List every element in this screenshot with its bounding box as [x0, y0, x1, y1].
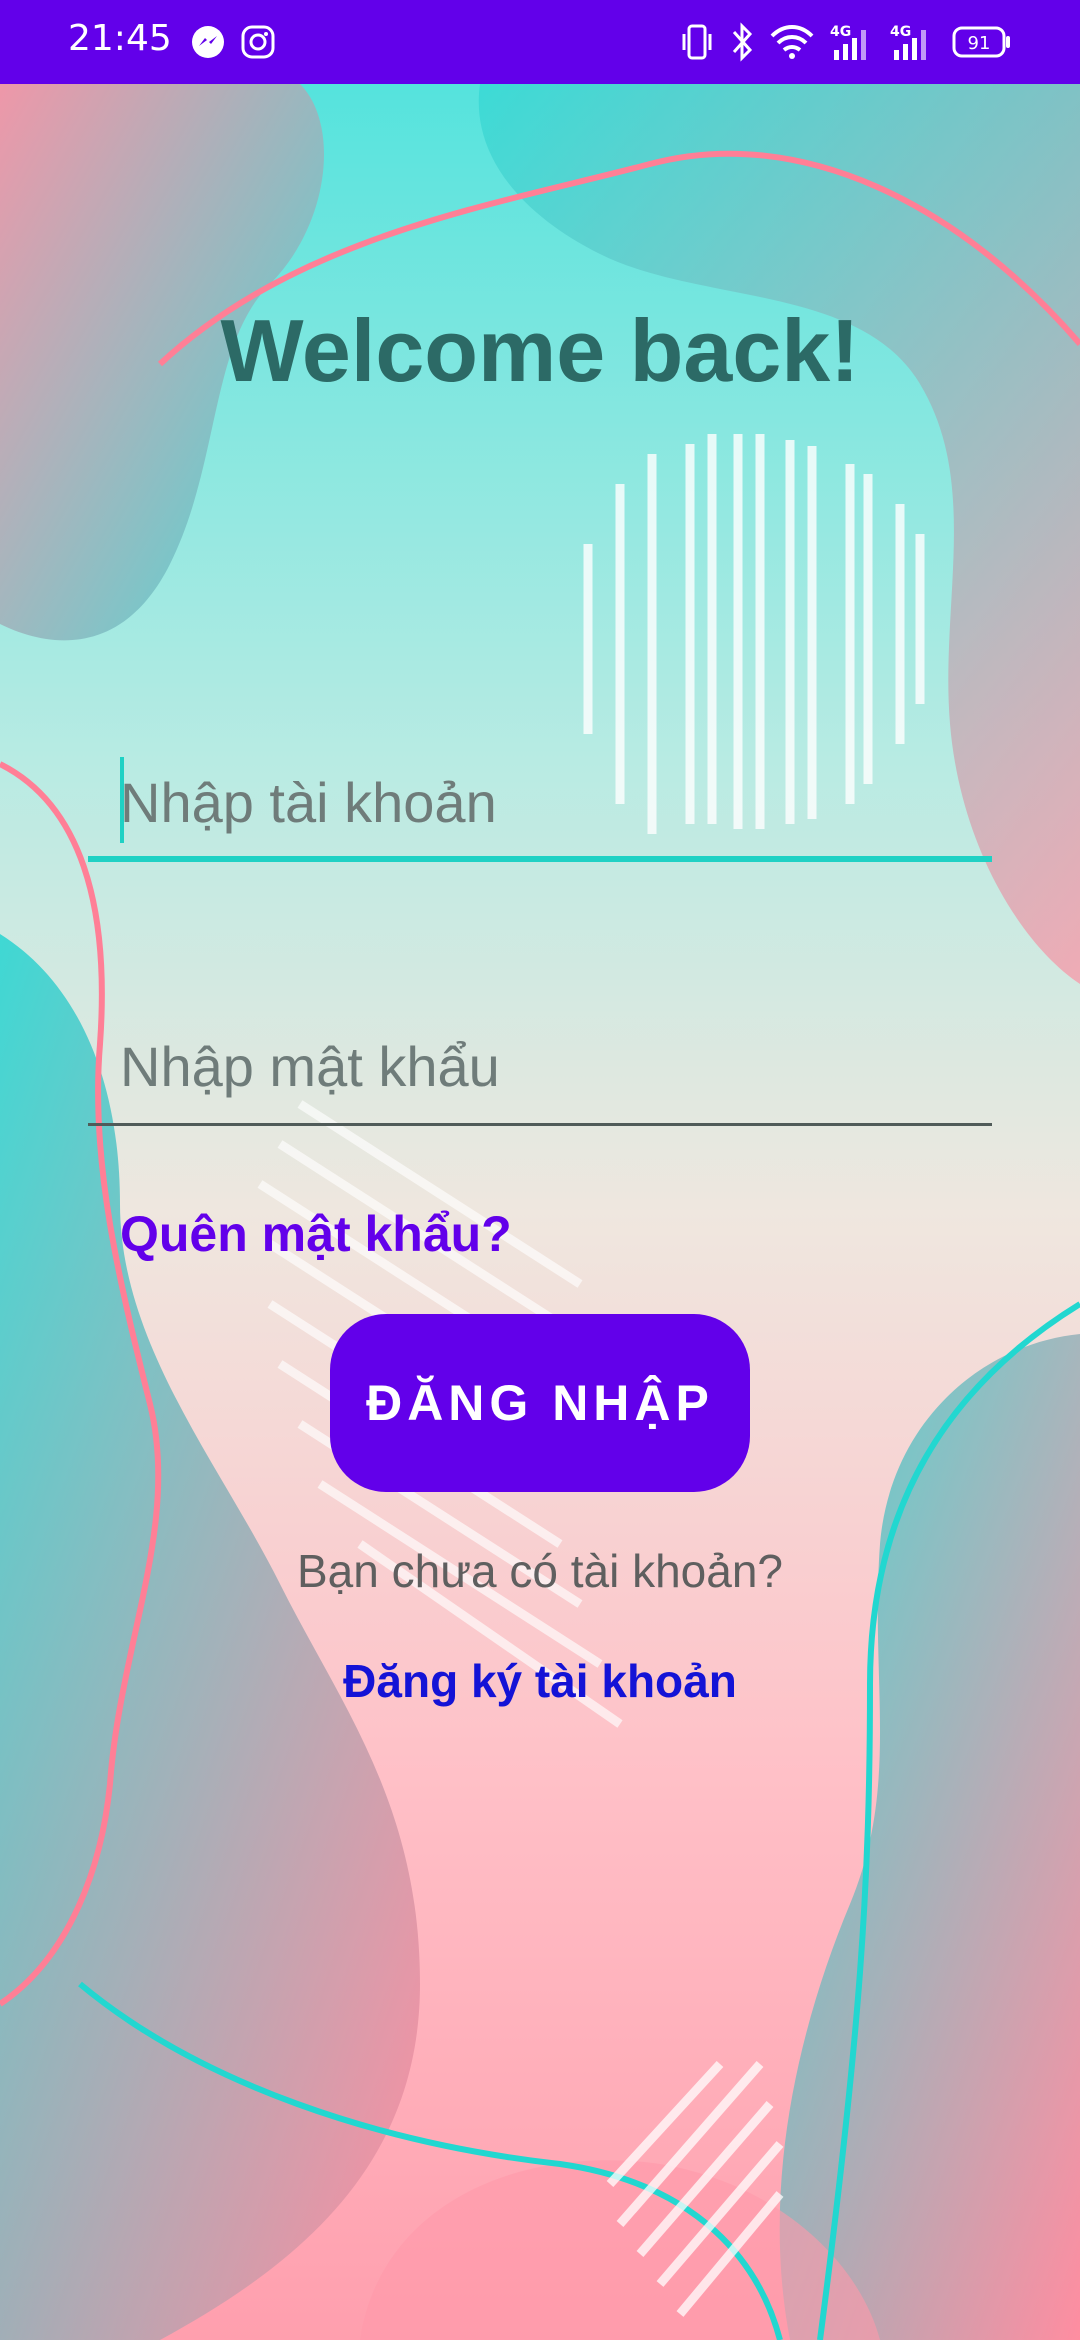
password-field[interactable] — [88, 1006, 992, 1126]
wifi-icon — [770, 25, 814, 59]
page-title: Welcome back! — [220, 301, 860, 400]
vibrate-icon — [682, 24, 712, 60]
username-input[interactable] — [88, 742, 992, 862]
messenger-icon — [192, 26, 224, 58]
forgot-password-link[interactable]: Quên mật khẩu? — [120, 1205, 512, 1263]
signal-4g-icon: 4G — [890, 24, 926, 60]
battery-icon: 91 — [952, 26, 1010, 58]
signal-4g-icon: 4G — [830, 24, 866, 60]
password-input[interactable] — [88, 1006, 992, 1126]
status-time: 21:45 — [68, 18, 172, 59]
status-bar: 21:45 4G 4G 91 — [0, 0, 1080, 84]
instagram-icon — [241, 25, 275, 59]
login-button[interactable]: ĐĂNG NHẬP — [330, 1314, 750, 1492]
bluetooth-icon — [732, 22, 753, 62]
username-field[interactable] — [88, 742, 992, 862]
no-account-text: Bạn chưa có tài khoản? — [296, 1545, 783, 1597]
password-underline — [88, 1123, 992, 1126]
battery-level: 91 — [968, 33, 991, 54]
text-cursor — [120, 757, 124, 843]
register-link[interactable]: Đăng ký tài khoản — [0, 1654, 1080, 1708]
network-label: 4G — [890, 24, 911, 40]
username-underline — [88, 856, 992, 862]
network-label: 4G — [830, 24, 851, 40]
